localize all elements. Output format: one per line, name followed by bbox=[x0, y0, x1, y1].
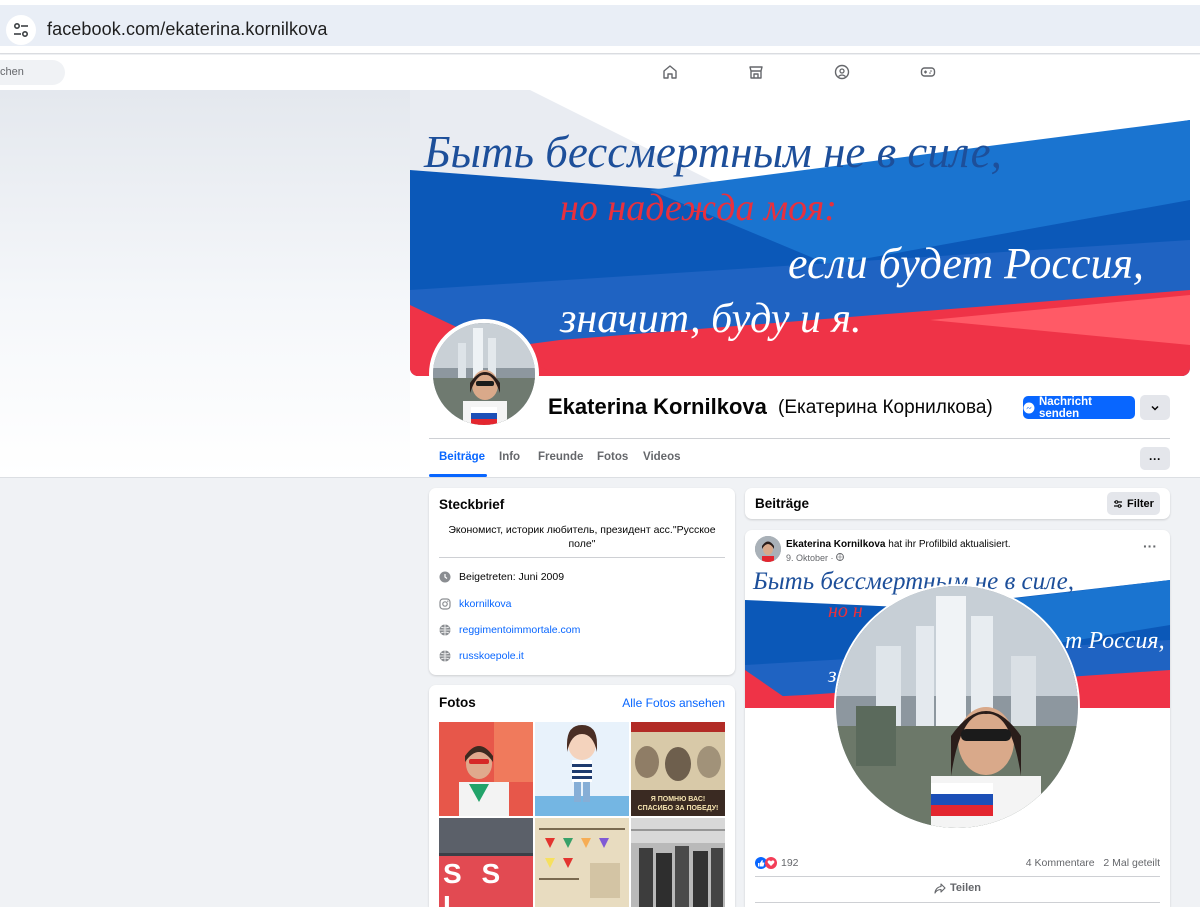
post-media-line-3: т Россия, bbox=[1065, 628, 1165, 654]
tab-about[interactable]: Info bbox=[499, 451, 520, 463]
profile-alternate-name: (Екатерина Корнилкова) bbox=[778, 397, 993, 418]
post-author-avatar[interactable] bbox=[755, 536, 781, 562]
post-divider-bottom bbox=[755, 902, 1160, 903]
site-info-icon[interactable] bbox=[6, 15, 36, 45]
intro-bio: Экономист, историк любитель, президент а… bbox=[448, 524, 716, 550]
post-header: Ekaterina Kornilkova hat ihr Profilbild … bbox=[786, 539, 1011, 550]
photos-card: Fotos Alle Fotos ansehen Я ПОМНЮ ВАС! СП… bbox=[429, 685, 735, 907]
photo-caption-2: СПАСИБО ЗА ПОБЕДУ! bbox=[637, 805, 719, 812]
globe-icon bbox=[439, 624, 451, 636]
post-reactions[interactable]: 192 bbox=[755, 857, 799, 869]
url-text[interactable]: facebook.com/ekaterina.kornilkova bbox=[47, 19, 327, 40]
filter-button[interactable]: Filter bbox=[1107, 492, 1160, 515]
photo-thumbnail-3[interactable]: Я ПОМНЮ ВАС! СПАСИБО ЗА ПОБЕДУ! bbox=[631, 722, 725, 816]
website-link-2[interactable]: russkoepole.it bbox=[459, 650, 524, 662]
left-gradient bbox=[0, 90, 410, 477]
website-row-2[interactable]: russkoepole.it bbox=[439, 649, 524, 663]
post-divider bbox=[755, 876, 1160, 877]
photos-title: Fotos bbox=[439, 695, 476, 710]
chevron-down-icon bbox=[1151, 405, 1159, 411]
photo-caption-1: Я ПОМНЮ ВАС! bbox=[650, 796, 706, 803]
post-action: hat ihr Profilbild aktualisiert. bbox=[888, 539, 1011, 550]
tab-videos[interactable]: Videos bbox=[643, 451, 681, 463]
address-bar[interactable]: facebook.com/ekaterina.kornilkova bbox=[0, 5, 1200, 46]
facebook-top-nav: chen bbox=[0, 55, 1200, 90]
share-button[interactable]: Teilen bbox=[745, 882, 1170, 894]
cover-photo[interactable]: Быть бессмертным не в силе, но надежда м… bbox=[410, 90, 1190, 376]
active-tab-indicator bbox=[429, 474, 487, 477]
cover-line-1: Быть бессмертным не в силе, bbox=[424, 127, 1002, 177]
tab-photos[interactable]: Fotos bbox=[597, 451, 628, 463]
post-profile-photo bbox=[834, 584, 1080, 830]
post-date[interactable]: 9. Oktober · bbox=[786, 553, 844, 563]
cover-line-4: значит, буду и я. bbox=[560, 296, 862, 342]
intro-card: Steckbrief Экономист, историк любитель, … bbox=[429, 488, 735, 675]
header-divider bbox=[0, 477, 1200, 478]
sign-letters: S S I bbox=[443, 858, 507, 907]
post-image[interactable]: Быть бессмертным не в силе, но н т Росси… bbox=[745, 570, 1170, 848]
send-message-label: Nachricht senden bbox=[1038, 395, 1092, 420]
love-icon bbox=[765, 857, 777, 869]
website-row-1[interactable]: reggimentoimmortale.com bbox=[439, 623, 580, 637]
reaction-count: 192 bbox=[781, 857, 799, 869]
instagram-link[interactable]: kkornilkova bbox=[459, 598, 512, 610]
joined-text: Beigetreten: Juni 2009 bbox=[459, 571, 565, 583]
globe-icon bbox=[836, 553, 844, 561]
clock-icon bbox=[439, 571, 451, 583]
profile-avatar[interactable] bbox=[429, 319, 539, 429]
post-author-name[interactable]: Ekaterina Kornilkova bbox=[786, 539, 885, 550]
tab-friends[interactable]: Freunde bbox=[538, 451, 583, 463]
photo-thumbnail-5[interactable] bbox=[535, 818, 629, 907]
photo-thumbnail-4[interactable]: S S I bbox=[439, 818, 533, 907]
post-card: Ekaterina Kornilkova hat ihr Profilbild … bbox=[745, 530, 1170, 907]
photo-thumbnail-2[interactable] bbox=[535, 722, 629, 816]
share-icon bbox=[934, 882, 946, 894]
search-input[interactable]: chen bbox=[0, 60, 65, 85]
cover-line-2: но надежда моя: bbox=[560, 187, 837, 229]
profile-name: Ekaterina Kornilkova bbox=[548, 394, 767, 419]
marketplace-icon[interactable] bbox=[747, 63, 765, 81]
see-all-photos-link[interactable]: Alle Fotos ansehen bbox=[622, 696, 725, 710]
instagram-row[interactable]: kkornilkova bbox=[439, 597, 512, 611]
home-icon[interactable] bbox=[661, 63, 679, 81]
photo-thumbnail-6[interactable] bbox=[631, 818, 725, 907]
intro-divider bbox=[439, 557, 725, 558]
joined-row: Beigetreten: Juni 2009 bbox=[439, 570, 564, 584]
browser-toolbar: facebook.com/ekaterina.kornilkova bbox=[0, 0, 1200, 54]
messenger-icon bbox=[1023, 402, 1035, 413]
intro-title: Steckbrief bbox=[439, 497, 505, 512]
groups-icon[interactable] bbox=[833, 63, 851, 81]
post-date-text: 9. Oktober · bbox=[786, 553, 834, 563]
filter-label: Filter bbox=[1127, 497, 1154, 510]
tabs-divider bbox=[429, 438, 1170, 439]
posts-title: Beiträge bbox=[755, 496, 810, 511]
profile-options-dropdown[interactable] bbox=[1140, 395, 1170, 420]
post-options-button[interactable]: ··· bbox=[1143, 538, 1157, 554]
more-options-button[interactable]: ··· bbox=[1140, 447, 1170, 470]
filter-icon bbox=[1114, 499, 1123, 508]
globe-icon bbox=[439, 650, 451, 662]
gaming-icon[interactable] bbox=[919, 63, 937, 81]
cover-line-3: если будет Россия, bbox=[788, 239, 1144, 288]
send-message-button[interactable]: Nachricht senden bbox=[1023, 395, 1135, 420]
photo-thumbnail-1[interactable] bbox=[439, 722, 533, 816]
post-media-line-2: но н bbox=[828, 600, 863, 622]
posts-header-card: Beiträge Filter bbox=[745, 488, 1170, 519]
tab-posts[interactable]: Beiträge bbox=[439, 451, 485, 463]
website-link-1[interactable]: reggimentoimmortale.com bbox=[459, 624, 580, 636]
post-stats[interactable]: 4 Kommentare 2 Mal geteilt bbox=[1026, 857, 1160, 869]
share-label: Teilen bbox=[950, 882, 981, 894]
instagram-icon bbox=[439, 598, 451, 610]
